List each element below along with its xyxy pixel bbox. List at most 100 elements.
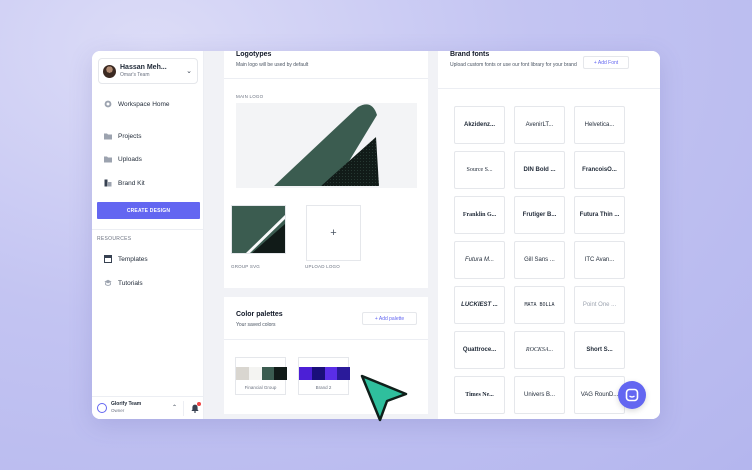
palettes-title: Color palettes: [236, 311, 283, 318]
brand-kit-icon: [104, 179, 112, 187]
color-swatch: [299, 367, 312, 380]
add-palette-button[interactable]: + Add palette: [362, 312, 417, 325]
sidebar: Hassan Meh... Omar's Team ⌄ Workspace Ho…: [92, 51, 204, 419]
sidebar-item-label: Projects: [118, 132, 142, 140]
font-tile[interactable]: Akzidenz...: [454, 106, 505, 144]
logotypes-card: Logotypes Main logo will be used by defa…: [224, 51, 428, 288]
font-name: Point One ...: [582, 302, 617, 308]
plus-icon: +: [330, 227, 337, 239]
color-swatch: [261, 367, 275, 380]
font-name: Futura Thin ...: [579, 212, 620, 218]
chat-icon: [625, 388, 639, 402]
font-name: VAG RounD...: [580, 392, 619, 398]
upload-logo-button[interactable]: +: [306, 205, 361, 261]
font-tile[interactable]: Franklin G...: [454, 196, 505, 234]
sidebar-item-templates[interactable]: Templates: [104, 253, 148, 265]
tutorials-icon: [104, 279, 112, 286]
main-logo-preview[interactable]: [236, 103, 417, 188]
font-name: Futura M...: [464, 257, 494, 263]
font-tile[interactable]: Point One ...: [574, 286, 625, 324]
sidebar-item-projects[interactable]: Projects: [104, 130, 141, 142]
templates-icon: [104, 255, 112, 263]
font-tile[interactable]: Helvetica...: [574, 106, 625, 144]
font-tile[interactable]: MATA BOLLA: [514, 286, 565, 324]
divider: [224, 78, 428, 79]
font-tile[interactable]: Frutiger B...: [514, 196, 565, 234]
color-swatch: [274, 367, 287, 380]
palette-item[interactable]: Brand 2: [298, 357, 350, 395]
font-name: Frutiger B...: [522, 212, 557, 218]
font-tile[interactable]: ROCKSA...: [514, 331, 565, 369]
font-name: Short S...: [586, 347, 613, 353]
app-window: Hassan Meh... Omar's Team ⌄ Workspace Ho…: [92, 51, 660, 419]
cursor-arrow-icon: [360, 374, 408, 422]
avatar: [103, 64, 116, 78]
palette-swatches: [236, 367, 287, 380]
sidebar-item-tutorials[interactable]: Tutorials: [104, 277, 143, 289]
user-name: Hassan Meh...: [120, 64, 167, 71]
divider: [183, 401, 184, 416]
font-name: Gill Sans ...: [524, 257, 555, 263]
team-switcher[interactable]: Glorify Team Owner ⌃: [92, 396, 204, 419]
font-name: Franklin G...: [462, 212, 497, 218]
create-design-button[interactable]: CREATE DESIGN: [97, 202, 200, 219]
font-name: MATA BOLLA: [524, 302, 555, 308]
logo-thumb-group-svg[interactable]: [231, 205, 286, 254]
palette-item[interactable]: Financial Group: [235, 357, 287, 395]
font-name: LUCKIEST ...: [461, 302, 498, 308]
team-name: Glorify Team: [111, 401, 142, 408]
divider: [438, 88, 660, 89]
logo-thumb-label: GROUP SVG: [231, 264, 260, 269]
folder-icon: [104, 156, 112, 163]
font-tile[interactable]: FrancoisO...: [574, 151, 625, 189]
color-swatch: [324, 367, 338, 380]
user-switcher[interactable]: Hassan Meh... Omar's Team ⌄: [98, 58, 198, 84]
sidebar-item-label: Workspace Home: [118, 100, 170, 108]
sidebar-item-uploads[interactable]: Uploads: [104, 153, 142, 165]
user-team: Omar's Team: [120, 72, 150, 78]
color-swatch: [337, 367, 350, 380]
palettes-subtitle: Your saved colors: [236, 322, 276, 328]
fonts-title: Brand fonts: [450, 51, 490, 58]
color-swatch: [236, 367, 249, 380]
font-tile[interactable]: Short S...: [574, 331, 625, 369]
sidebar-item-label: Uploads: [118, 155, 142, 163]
chevron-down-icon: ⌄: [186, 68, 192, 75]
font-tile[interactable]: AvenirLT...: [514, 106, 565, 144]
logotypes-subtitle: Main logo will be used by default: [236, 62, 309, 68]
folder-icon: [104, 133, 112, 140]
font-name: DIN Bold ...: [523, 167, 556, 173]
font-tile[interactable]: DIN Bold ...: [514, 151, 565, 189]
font-tile[interactable]: Source S...: [454, 151, 505, 189]
palette-swatches: [299, 367, 350, 380]
divider: [92, 229, 204, 230]
sidebar-item-label: Templates: [118, 255, 148, 263]
font-tile[interactable]: LUCKIEST ...: [454, 286, 505, 324]
resources-heading: RESOURCES: [97, 236, 132, 242]
font-name: AvenirLT...: [525, 122, 554, 128]
sidebar-item-workspace-home[interactable]: Workspace Home: [104, 98, 170, 110]
font-tile[interactable]: ITC Avan...: [574, 241, 625, 279]
font-name: Helvetica...: [584, 122, 615, 128]
font-tile[interactable]: Gill Sans ...: [514, 241, 565, 279]
fonts-subtitle: Upload custom fonts or use our font libr…: [450, 62, 577, 68]
add-font-button[interactable]: + Add Font: [583, 56, 629, 69]
font-name: Times Ne...: [465, 392, 494, 398]
brand-logo-icon: [274, 104, 379, 186]
font-tile[interactable]: Times Ne...: [454, 376, 505, 414]
font-name: ROCKSA...: [525, 347, 554, 353]
font-tile[interactable]: Quattroce...: [454, 331, 505, 369]
font-name: Quattroce...: [462, 347, 497, 353]
font-name: Akzidenz...: [463, 122, 495, 128]
font-name: ITC Avan...: [584, 257, 615, 263]
font-tile[interactable]: Futura M...: [454, 241, 505, 279]
chat-support-button[interactable]: [618, 381, 646, 409]
upload-logo-label: UPLOAD LOGO: [305, 264, 340, 269]
sidebar-item-brand-kit[interactable]: Brand Kit: [104, 177, 145, 189]
color-swatch: [311, 367, 325, 380]
sidebar-item-label: Tutorials: [118, 279, 143, 287]
font-tile[interactable]: Futura Thin ...: [574, 196, 625, 234]
team-role: Owner: [111, 408, 125, 414]
font-name: Univers B...: [523, 392, 555, 398]
font-tile[interactable]: Univers B...: [514, 376, 565, 414]
